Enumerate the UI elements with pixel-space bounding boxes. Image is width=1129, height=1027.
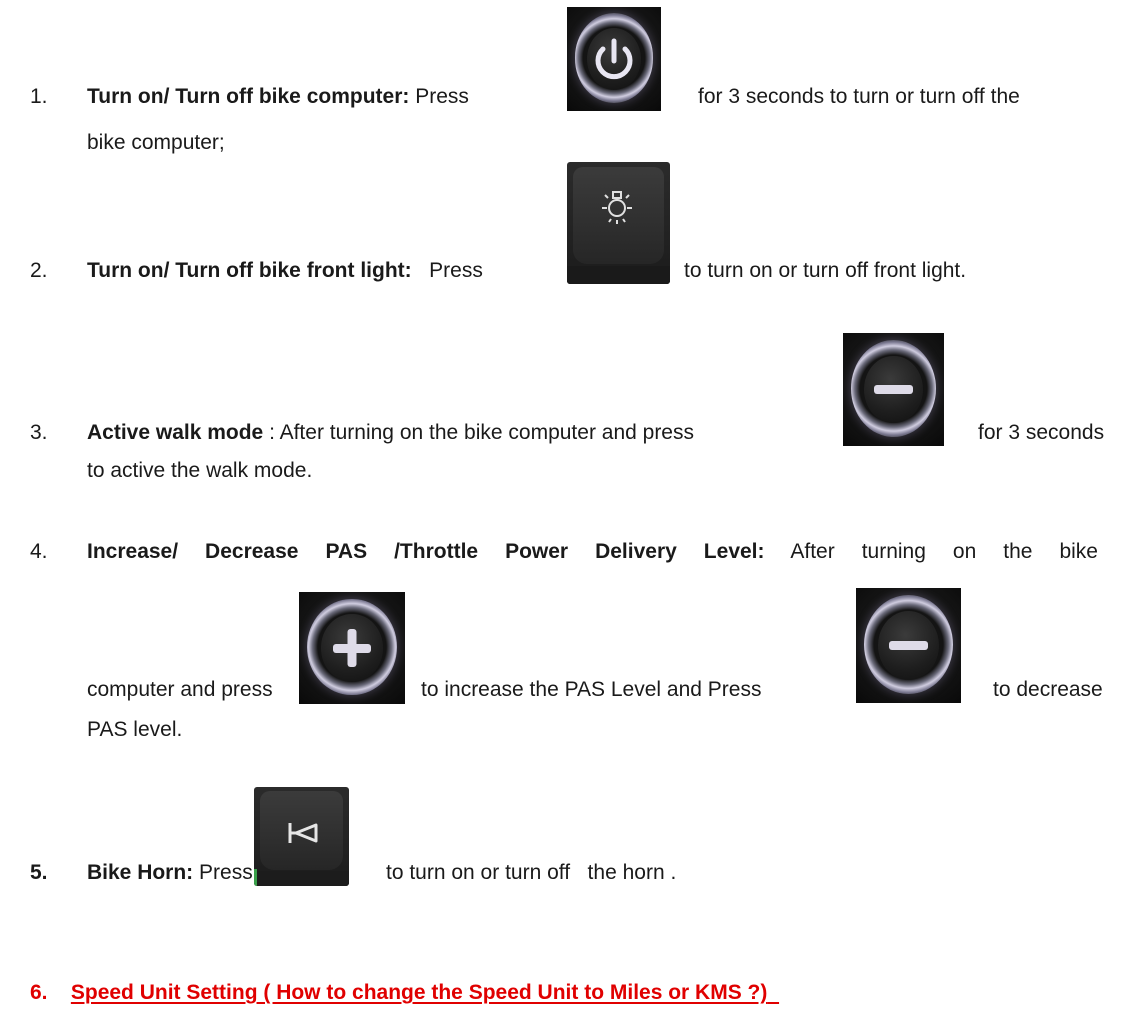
item-5-line-1: Bike Horn: Press [87, 861, 253, 885]
item-3-after: for 3 seconds [978, 421, 1105, 444]
speed-unit-setting-heading: 6. Speed Unit Setting ( How to change th… [30, 981, 779, 1005]
item-3-line-2: to active the walk mode. [87, 459, 313, 482]
item-1-title: Turn on/ Turn off bike computer: [87, 85, 410, 108]
item-5-number: 5. [30, 861, 48, 884]
power-button-icon [567, 7, 661, 111]
item-3-line-1: Active walk mode : After turning on the … [87, 421, 694, 445]
item-4-after-title: After turning on the bike [790, 540, 1098, 563]
item-1-number: 1. [30, 85, 48, 108]
plus-button-icon [299, 592, 405, 704]
light-button-icon [567, 162, 670, 284]
item-1-after: for 3 seconds to turn or turn off the [698, 85, 1020, 108]
heading-text: Speed Unit Setting ( How to change the S… [70, 981, 768, 1004]
minus-button-icon [843, 333, 944, 446]
item-2-line-1: Turn on/ Turn off bike front light: Pres… [87, 259, 483, 283]
minus-button-icon-2 [856, 588, 961, 703]
item-1-line-1: Turn on/ Turn off bike computer: Press [87, 85, 469, 109]
item-4-line-2b: to increase the PAS Level and Press [421, 678, 762, 701]
item-5-title: Bike Horn: [87, 861, 194, 884]
item-4-title: Increase/ Decrease PAS /Throttle Power D… [87, 540, 765, 563]
item-4-line-2c: to decrease [993, 678, 1103, 701]
item-3-title: Active walk mode [87, 421, 264, 444]
item-2-number: 2. [30, 259, 48, 282]
horn-button-icon [254, 787, 349, 886]
item-2-after: to turn on or turn off front light. [684, 259, 967, 282]
item-1-before: Press [415, 85, 469, 108]
item-3-before: : After turning on the bike computer and… [269, 421, 694, 444]
item-5-before: Press [199, 861, 253, 884]
item-4-line-3: PAS level. [87, 718, 183, 741]
item-4-number: 4. [30, 540, 48, 563]
item-3-number: 3. [30, 421, 48, 444]
item-4-line-1: Increase/ Decrease PAS /Throttle Power D… [87, 540, 1098, 564]
item-1-line-2: bike computer; [87, 131, 225, 154]
item-5-after: to turn on or turn off the horn . [386, 861, 677, 884]
item-2-title: Turn on/ Turn off bike front light: [87, 259, 412, 282]
heading-number: 6. [30, 981, 48, 1004]
item-2-before: Press [429, 259, 483, 282]
item-4-line-2a: computer and press [87, 678, 273, 701]
